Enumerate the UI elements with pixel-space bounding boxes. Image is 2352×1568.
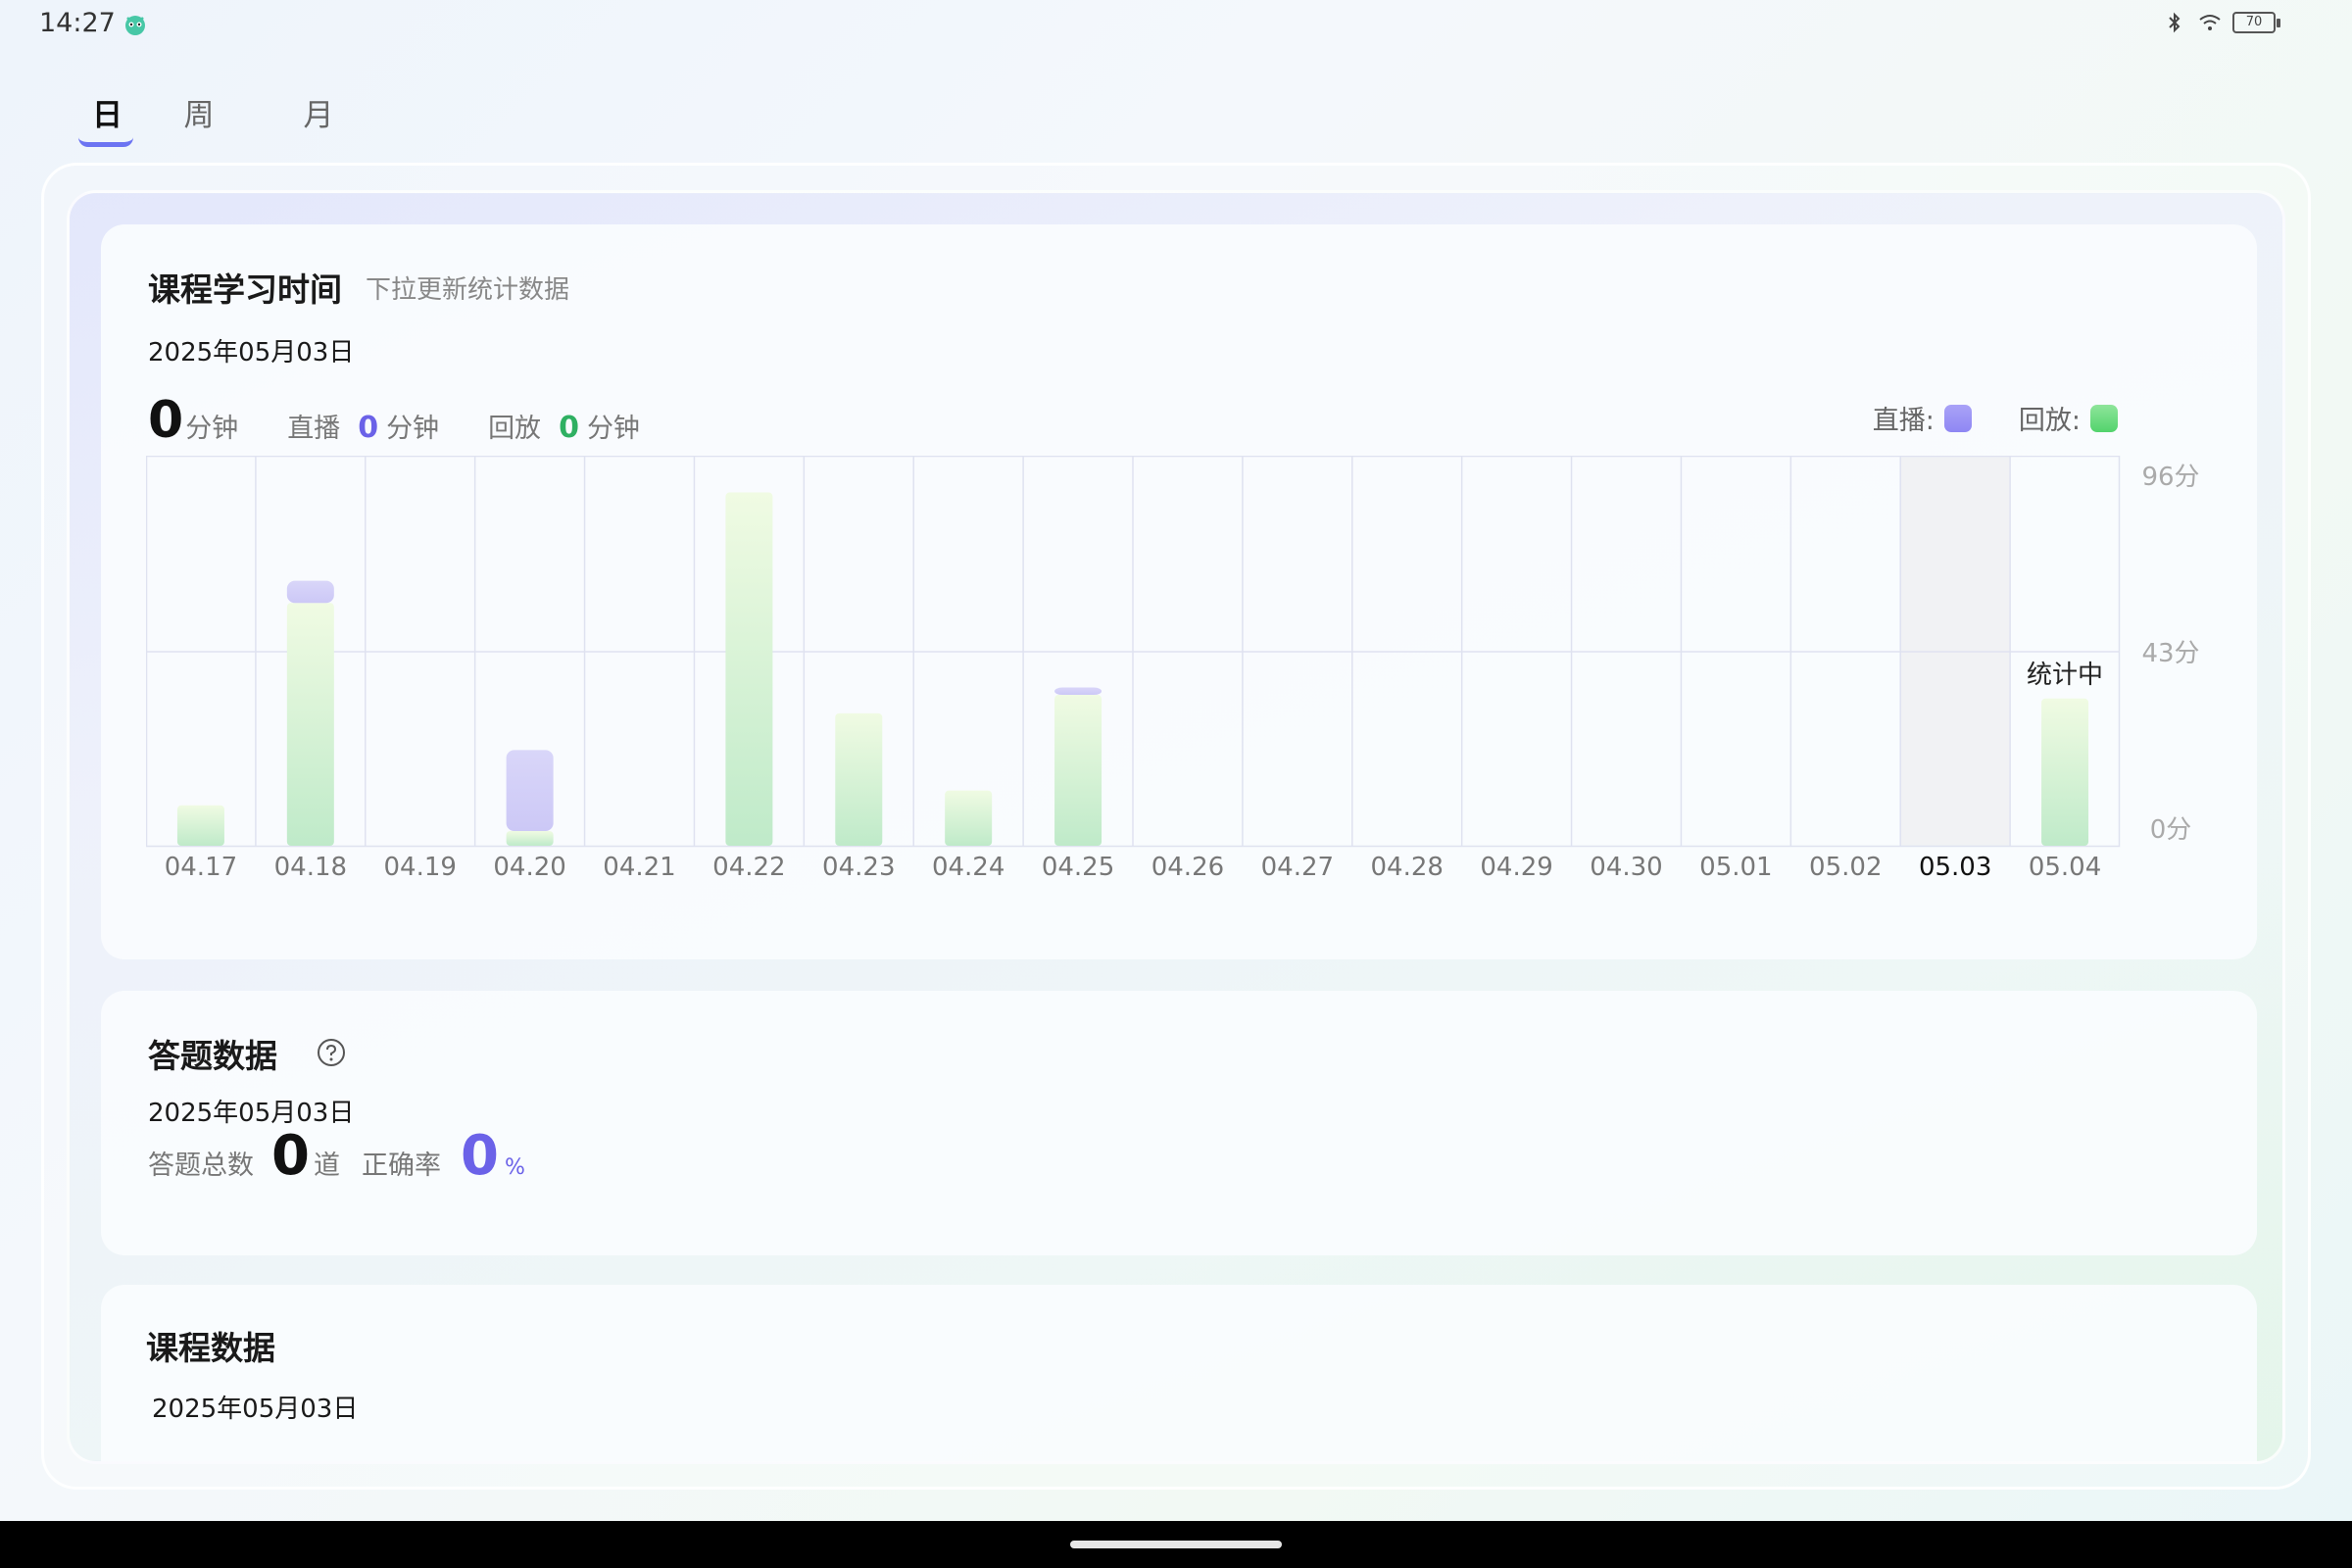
bar-playback	[506, 830, 554, 846]
bluetooth-icon	[2169, 12, 2180, 33]
x-tick-label: 04.19	[384, 853, 457, 882]
question-circle-icon[interactable]	[317, 1038, 346, 1067]
bar-live	[506, 750, 554, 831]
bar-annotation-label: 统计中	[2027, 661, 2103, 690]
x-tick-label: 04.23	[822, 853, 895, 882]
total-minutes: 0	[148, 391, 184, 450]
x-tick-label: 05.02	[1809, 853, 1882, 882]
playback-label: 回放	[488, 414, 542, 444]
status-time: 14:27	[39, 8, 116, 38]
accuracy-label: 正确率	[361, 1151, 441, 1181]
battery-indicator: 70	[2232, 12, 2280, 33]
bar-playback	[176, 805, 224, 846]
bar-playback	[1054, 695, 1102, 846]
x-tick-label: 05.03	[1919, 853, 1991, 882]
answer-data-title: 答题数据	[148, 1037, 277, 1075]
bar-playback	[2041, 698, 2089, 846]
battery-level: 70	[2245, 15, 2263, 29]
x-tick-label: 04.29	[1480, 853, 1552, 882]
x-tick-label: 05.04	[2029, 853, 2101, 882]
answer-summary: 答题总数 0 道 正确率 0 %	[148, 1124, 525, 1188]
robot-app-icon	[125, 16, 145, 35]
answer-total-label: 答题总数	[148, 1151, 254, 1181]
answer-total-value: 0	[271, 1124, 310, 1188]
tab-week[interactable]: 周	[139, 90, 259, 159]
selected-day-highlight	[1900, 456, 2011, 846]
x-tick-label: 04.28	[1371, 853, 1444, 882]
legend-playback-label: 回放:	[2018, 406, 2081, 436]
stats-scroll-area[interactable]: 课程学习时间 下拉更新统计数据 2025年05月03日 0 分钟 直播 0 分钟…	[67, 190, 2285, 1464]
study-time-card: 课程学习时间 下拉更新统计数据 2025年05月03日 0 分钟 直播 0 分钟…	[101, 224, 2257, 959]
study-summary: 0 分钟 直播 0 分钟 回放 0 分钟	[148, 391, 640, 450]
course-date: 2025年05月03日	[152, 1395, 359, 1424]
period-tabs: 日 周 月	[69, 90, 378, 159]
x-tick-label: 05.01	[1699, 853, 1772, 882]
chart-legend: 直播: 回放:	[1873, 399, 2118, 437]
x-tick-label: 04.17	[165, 853, 237, 882]
bar-playback	[725, 492, 773, 846]
x-tick-label: 04.25	[1042, 853, 1114, 882]
bar-playback	[835, 712, 883, 846]
live-minutes: 0	[358, 411, 379, 445]
system-nav-bar	[0, 1521, 2352, 1568]
x-tick-label: 04.21	[603, 853, 675, 882]
study-date: 2025年05月03日	[148, 338, 355, 368]
y-tick-label: 0分	[2150, 815, 2192, 845]
legend-live-label: 直播:	[1872, 406, 1935, 436]
bar-playback	[945, 790, 993, 846]
pull-refresh-hint: 下拉更新统计数据	[366, 275, 570, 305]
answer-data-card: 答题数据 2025年05月03日 答题总数 0 道 正确率 0 %	[101, 991, 2257, 1255]
x-tick-label: 04.18	[274, 853, 347, 882]
course-data-card: 课程数据 2025年05月03日	[101, 1285, 2257, 1461]
tab-day[interactable]: 日	[69, 90, 139, 159]
study-time-chart: 04.17 04.18 04.19 04.20 04.21 04.22 04.23 04.24…	[146, 456, 2263, 906]
x-tick-label: 04.22	[712, 853, 785, 882]
live-label: 直播	[287, 414, 341, 444]
playback-minutes: 0	[559, 411, 579, 445]
home-gesture-handle[interactable]	[1070, 1541, 1282, 1548]
bar-live	[286, 580, 334, 604]
legend-playback-swatch	[2090, 404, 2118, 432]
x-tick-label: 04.20	[493, 853, 565, 882]
total-unit: 分钟	[185, 414, 239, 444]
live-unit: 分钟	[386, 414, 440, 444]
x-tick-label: 04.24	[932, 853, 1004, 882]
bar-playback	[286, 603, 334, 846]
answer-total-unit: 道	[313, 1151, 340, 1181]
x-tick-label: 04.26	[1152, 853, 1224, 882]
legend-live-swatch	[1943, 404, 1972, 432]
accuracy-value: 0	[460, 1124, 499, 1188]
tab-month[interactable]: 月	[259, 90, 378, 159]
study-time-chart-svg: 04.17 04.18 04.19 04.20 04.21 04.22 04.23 04.24…	[146, 456, 2200, 882]
x-tick-label: 04.27	[1261, 853, 1334, 882]
y-tick-label: 43分	[2141, 639, 2199, 668]
course-data-title: 课程数据	[146, 1329, 275, 1367]
bar-live	[1054, 687, 1102, 696]
x-tick-label: 04.30	[1590, 853, 1662, 882]
study-time-title: 课程学习时间	[148, 270, 342, 309]
playback-unit: 分钟	[586, 414, 640, 444]
wifi-icon	[2199, 15, 2221, 30]
status-bar: 14:27 70	[0, 0, 2352, 49]
accuracy-unit: %	[504, 1155, 525, 1180]
y-tick-label: 96分	[2141, 463, 2199, 492]
